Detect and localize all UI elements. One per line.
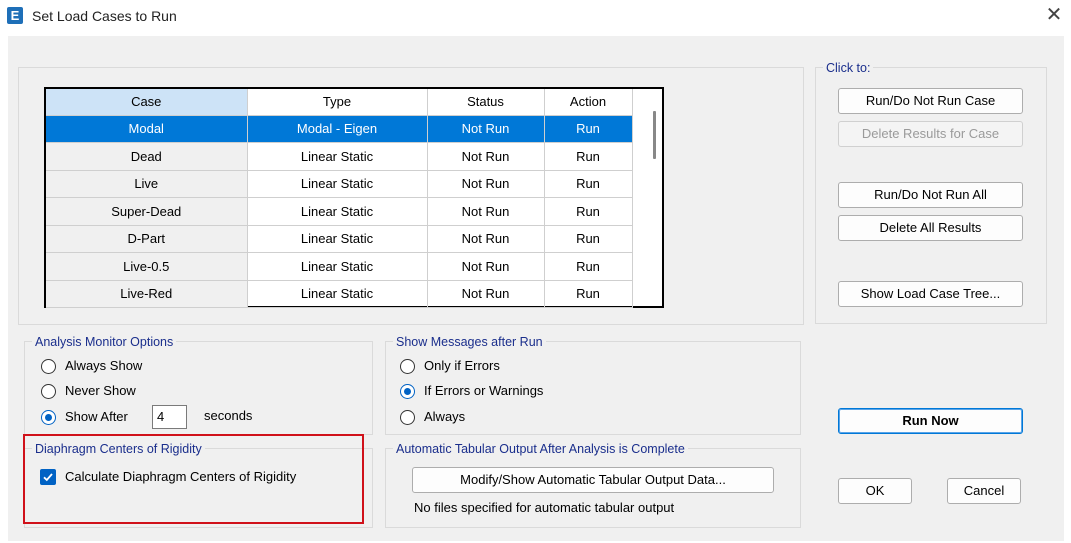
show-messages-title: Show Messages after Run xyxy=(393,335,546,349)
close-icon[interactable]: ✕ xyxy=(1043,4,1065,26)
only-if-errors-radio[interactable] xyxy=(400,359,415,374)
seconds-label: seconds xyxy=(204,408,253,423)
cell-action[interactable]: Run xyxy=(544,225,633,253)
cell-case[interactable]: Live-0.5 xyxy=(46,252,248,281)
click-to-title: Click to: xyxy=(823,61,874,75)
always-label: Always xyxy=(424,409,466,424)
always-show-radio[interactable] xyxy=(41,359,56,374)
run-do-not-run-all-button[interactable]: Run/Do Not Run All xyxy=(838,182,1023,208)
delete-all-results-button[interactable]: Delete All Results xyxy=(838,215,1023,241)
always-show-option[interactable]: Always Show xyxy=(41,356,241,376)
ok-button[interactable]: OK xyxy=(838,478,912,504)
column-header-case[interactable]: Case xyxy=(46,89,248,116)
cell-action[interactable]: Run xyxy=(544,280,633,308)
cell-type[interactable]: Linear Static xyxy=(247,197,428,226)
run-do-not-run-case-button[interactable]: Run/Do Not Run Case xyxy=(838,88,1023,114)
cell-status[interactable]: Not Run xyxy=(427,197,545,226)
modify-show-tabular-output-button[interactable]: Modify/Show Automatic Tabular Output Dat… xyxy=(412,467,774,493)
grid-scrollbar[interactable] xyxy=(646,89,662,306)
cell-type[interactable]: Linear Static xyxy=(247,225,428,253)
cell-status[interactable]: Not Run xyxy=(427,225,545,253)
cell-action[interactable]: Run xyxy=(544,170,633,198)
if-errors-or-warnings-label: If Errors or Warnings xyxy=(424,383,544,398)
always-option[interactable]: Always xyxy=(400,407,600,427)
cell-status[interactable]: Not Run xyxy=(427,252,545,281)
column-header-type[interactable]: Type xyxy=(247,89,428,116)
window-title: Set Load Cases to Run xyxy=(32,8,177,24)
app-icon: E xyxy=(7,7,23,24)
always-radio[interactable] xyxy=(400,410,415,425)
cell-type[interactable]: Linear Static xyxy=(247,142,428,171)
show-load-case-tree-button[interactable]: Show Load Case Tree... xyxy=(838,281,1023,307)
if-errors-or-warnings-radio[interactable] xyxy=(400,384,415,399)
cell-case[interactable]: Modal xyxy=(46,115,248,143)
cell-action[interactable]: Run xyxy=(544,115,633,143)
if-errors-or-warnings-option[interactable]: If Errors or Warnings xyxy=(400,381,600,401)
table-row[interactable]: Live Linear Static Not Run Run xyxy=(46,170,633,198)
never-show-radio[interactable] xyxy=(41,384,56,399)
cell-action[interactable]: Run xyxy=(544,252,633,281)
only-if-errors-option[interactable]: Only if Errors xyxy=(400,356,600,376)
show-after-label: Show After xyxy=(65,409,128,424)
cell-action[interactable]: Run xyxy=(544,197,633,226)
table-row[interactable]: D-Part Linear Static Not Run Run xyxy=(46,225,633,253)
cancel-button[interactable]: Cancel xyxy=(947,478,1021,504)
analysis-monitor-title: Analysis Monitor Options xyxy=(32,335,177,349)
run-now-button[interactable]: Run Now xyxy=(838,408,1023,434)
show-after-radio[interactable] xyxy=(41,410,56,425)
cell-type[interactable]: Linear Static xyxy=(247,280,428,308)
cell-action[interactable]: Run xyxy=(544,142,633,171)
never-show-option[interactable]: Never Show xyxy=(41,381,241,401)
title-bar: E Set Load Cases to Run ✕ xyxy=(0,0,1071,32)
cell-status[interactable]: Not Run xyxy=(427,142,545,171)
column-header-status[interactable]: Status xyxy=(427,89,545,116)
table-row[interactable]: Modal Modal - Eigen Not Run Run xyxy=(46,115,633,143)
table-row[interactable]: Live-Red Linear Static Not Run Run xyxy=(46,280,633,308)
cell-type[interactable]: Linear Static xyxy=(247,252,428,281)
cell-case[interactable]: Live xyxy=(46,170,248,198)
column-header-action[interactable]: Action xyxy=(544,89,633,116)
cell-status[interactable]: Not Run xyxy=(427,115,545,143)
load-cases-table: Case Type Status Action Modal Modal - Ei… xyxy=(46,89,633,308)
only-if-errors-label: Only if Errors xyxy=(424,358,500,373)
cell-type[interactable]: Modal - Eigen xyxy=(247,115,428,143)
cell-status[interactable]: Not Run xyxy=(427,170,545,198)
dialog-body: Case Type Status Action Modal Modal - Ei… xyxy=(8,36,1064,541)
cell-status[interactable]: Not Run xyxy=(427,280,545,308)
never-show-label: Never Show xyxy=(65,383,136,398)
cell-case[interactable]: Dead xyxy=(46,142,248,171)
table-row[interactable]: Super-Dead Linear Static Not Run Run xyxy=(46,197,633,226)
cell-type[interactable]: Linear Static xyxy=(247,170,428,198)
tabular-output-status: No files specified for automatic tabular… xyxy=(414,500,675,515)
load-cases-grid: Case Type Status Action Modal Modal - Ei… xyxy=(44,87,664,308)
table-row[interactable]: Live-0.5 Linear Static Not Run Run xyxy=(46,252,633,281)
highlight-box xyxy=(23,434,364,524)
scrollbar-thumb[interactable] xyxy=(653,111,656,159)
delete-results-for-case-button[interactable]: Delete Results for Case xyxy=(838,121,1023,147)
cell-case[interactable]: D-Part xyxy=(46,225,248,253)
cell-case[interactable]: Live-Red xyxy=(46,280,248,308)
cell-case[interactable]: Super-Dead xyxy=(46,197,248,226)
show-after-option[interactable]: Show After xyxy=(41,407,151,427)
always-show-label: Always Show xyxy=(65,358,143,373)
seconds-input[interactable]: 4 xyxy=(152,405,187,429)
tabular-output-title: Automatic Tabular Output After Analysis … xyxy=(393,442,688,456)
table-row[interactable]: Dead Linear Static Not Run Run xyxy=(46,142,633,171)
